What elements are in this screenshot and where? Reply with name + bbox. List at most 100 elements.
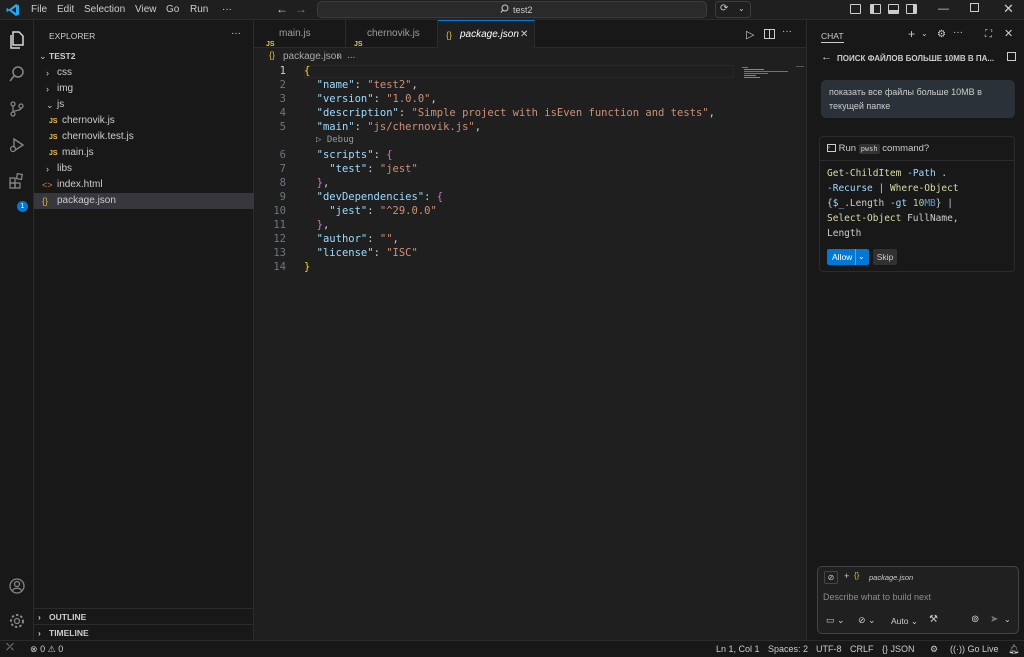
run-file-icon[interactable]: ▷ — [746, 28, 754, 41]
split-editor-icon[interactable] — [764, 29, 775, 39]
back-arrow-icon[interactable]: ← — [276, 2, 288, 16]
encoding[interactable]: UTF-8 — [816, 644, 842, 654]
indentation[interactable]: Spaces: 2 — [768, 644, 808, 654]
tab-chernovik-js[interactable]: JS chernovik.js — [346, 20, 438, 48]
minimize-icon[interactable]: — — [938, 3, 949, 15]
explorer-icon[interactable] — [7, 30, 27, 50]
tab-package-json[interactable]: {} package.json ✕ — [438, 20, 535, 48]
explorer-more-icon[interactable]: ··· — [231, 28, 241, 39]
tree-item-main-js[interactable]: JS main.js — [34, 145, 254, 161]
activity-bar: 1 — [0, 20, 34, 640]
tree-item-js[interactable]: ⌄ js — [34, 97, 254, 113]
editor-tabs: JS main.js JS chernovik.js {} package.js… — [254, 20, 806, 48]
menu-more[interactable]: ··· — [222, 4, 232, 15]
menu-go[interactable]: Go — [166, 4, 179, 15]
send-icon[interactable]: ➤ — [990, 614, 998, 625]
tree-item-index-html[interactable]: <> index.html — [34, 177, 254, 193]
code-line: 6 "scripts": { — [254, 148, 794, 162]
cursor-position[interactable]: Ln 1, Col 1 — [716, 644, 760, 654]
chat-more-icon[interactable]: ··· — [953, 27, 963, 38]
allow-button[interactable]: Allow ⌄ — [827, 249, 869, 265]
debug-codelens[interactable]: ▷ Debug — [316, 135, 354, 145]
tree-item-package-json[interactable]: {} package.json — [34, 193, 254, 209]
go-live-label: Go Live — [967, 644, 999, 654]
bell-icon[interactable]: 🔔︎ — [1008, 644, 1019, 655]
tree-item-label: img — [57, 83, 74, 94]
tree-item-label: main.js — [62, 147, 94, 158]
new-chat-icon[interactable]: + — [908, 27, 915, 41]
chevron-down-icon[interactable]: ⌄ — [1004, 615, 1011, 624]
run-debug-icon[interactable] — [7, 136, 27, 156]
notifications-icon[interactable]: ⚙ — [930, 644, 938, 655]
close-window-icon[interactable]: ✕ — [1003, 1, 1014, 17]
code-line: 5 "main": "js/chernovik.js", — [254, 120, 794, 134]
agent-mode-icon[interactable]: ▭ ⌄ — [826, 615, 845, 626]
tree-item-label: css — [57, 67, 72, 78]
command-center-search[interactable]: test2 — [317, 1, 707, 18]
toggle-sidebar-icon[interactable] — [870, 4, 881, 14]
settings-gear-icon[interactable] — [7, 612, 27, 632]
minimap[interactable] — [742, 66, 788, 80]
extensions-badge: 1 — [17, 201, 28, 212]
maximize-chat-icon[interactable]: ⛶ — [985, 29, 992, 40]
account-icon[interactable] — [7, 577, 27, 597]
breadcrumb-file[interactable]: package.json — [283, 51, 342, 62]
remote-icon[interactable]: ⤫ — [6, 642, 14, 653]
attach-icon[interactable]: ⊘ — [824, 571, 838, 584]
timeline-section[interactable]: › TIMELINE — [34, 624, 254, 640]
menu-run[interactable]: Run — [190, 4, 208, 15]
tree-item-chernovik-js[interactable]: JS chernovik.js — [34, 113, 254, 129]
problems-indicator[interactable]: ⊗ 0 ⚠ 0 — [30, 644, 63, 655]
tree-item-libs[interactable]: › libs — [34, 161, 254, 177]
line-endings[interactable]: CRLF — [850, 644, 874, 654]
close-chat-icon[interactable]: ✕ — [1004, 27, 1013, 40]
model-picker[interactable]: Auto ⌄ — [891, 616, 918, 627]
menu-view[interactable]: View — [135, 4, 157, 15]
chat-back-icon[interactable]: ← — [821, 51, 832, 63]
chevron-down-icon[interactable]: ⌄ — [858, 249, 865, 265]
chat-input-box[interactable]: ⊘ + {} package.json Describe what to bui… — [817, 566, 1019, 634]
editor-more-icon[interactable]: ··· — [782, 26, 792, 37]
maximize-icon[interactable] — [970, 3, 979, 12]
customize-layout-icon[interactable] — [850, 4, 861, 14]
tools-icon[interactable]: ⊘ ⌄ — [858, 615, 876, 626]
scrollbar-indicator — [796, 66, 804, 67]
chat-settings-icon[interactable]: ⚙ — [937, 29, 946, 40]
open-in-editor-icon[interactable] — [1007, 52, 1016, 61]
chevron-down-icon: ⌄ — [39, 51, 47, 61]
outline-section[interactable]: › OUTLINE — [34, 608, 254, 624]
breadcrumb-more[interactable]: ... — [347, 50, 355, 61]
error-count: 0 — [40, 644, 46, 654]
close-tab-icon[interactable]: ✕ — [520, 21, 528, 49]
code-editor[interactable]: 1{2 "name": "test2", 3 "version": "1.0.0"… — [254, 64, 806, 640]
language-mode[interactable]: {} JSON — [882, 644, 915, 654]
tree-item-chernovik-test-js[interactable]: JS chernovik.test.js — [34, 129, 254, 145]
js-file-icon: JS — [49, 134, 58, 141]
tab-main-js[interactable]: JS main.js — [254, 20, 346, 48]
toggle-secondary-sidebar-icon[interactable] — [906, 4, 917, 14]
add-context-icon[interactable]: + — [844, 571, 849, 581]
line-number: 10 — [273, 205, 286, 217]
tree-item-css[interactable]: › css — [34, 65, 254, 81]
configure-tools-icon[interactable]: ⚒ — [929, 614, 938, 625]
extensions-icon[interactable] — [7, 172, 27, 192]
skip-button[interactable]: Skip — [873, 249, 897, 265]
toggle-panel-icon[interactable] — [888, 4, 899, 14]
menu-selection[interactable]: Selection — [84, 4, 125, 15]
stop-icon[interactable]: ⊚ — [971, 614, 979, 625]
code-line: 12 "author": "", — [254, 232, 794, 246]
tree-item-img[interactable]: › img — [34, 81, 254, 97]
workspace-folder[interactable]: ⌄ TEST2 — [34, 48, 254, 64]
menu-file[interactable]: File — [31, 4, 47, 15]
go-live-button[interactable]: ((·)) Go Live — [950, 644, 999, 654]
code-text: } — [304, 261, 311, 273]
code-text: "main": "js/chernovik.js", — [316, 121, 482, 133]
code-line: 14} — [254, 260, 794, 274]
html-file-icon: <> — [42, 180, 53, 190]
chevron-down-icon[interactable]: ⌄ — [921, 29, 928, 38]
search-view-icon[interactable] — [7, 65, 27, 85]
copilot-button[interactable]: ⟳ ⌄ — [715, 1, 751, 18]
forward-arrow-icon[interactable]: → — [295, 2, 307, 16]
menu-edit[interactable]: Edit — [57, 4, 74, 15]
source-control-icon[interactable] — [7, 100, 27, 120]
